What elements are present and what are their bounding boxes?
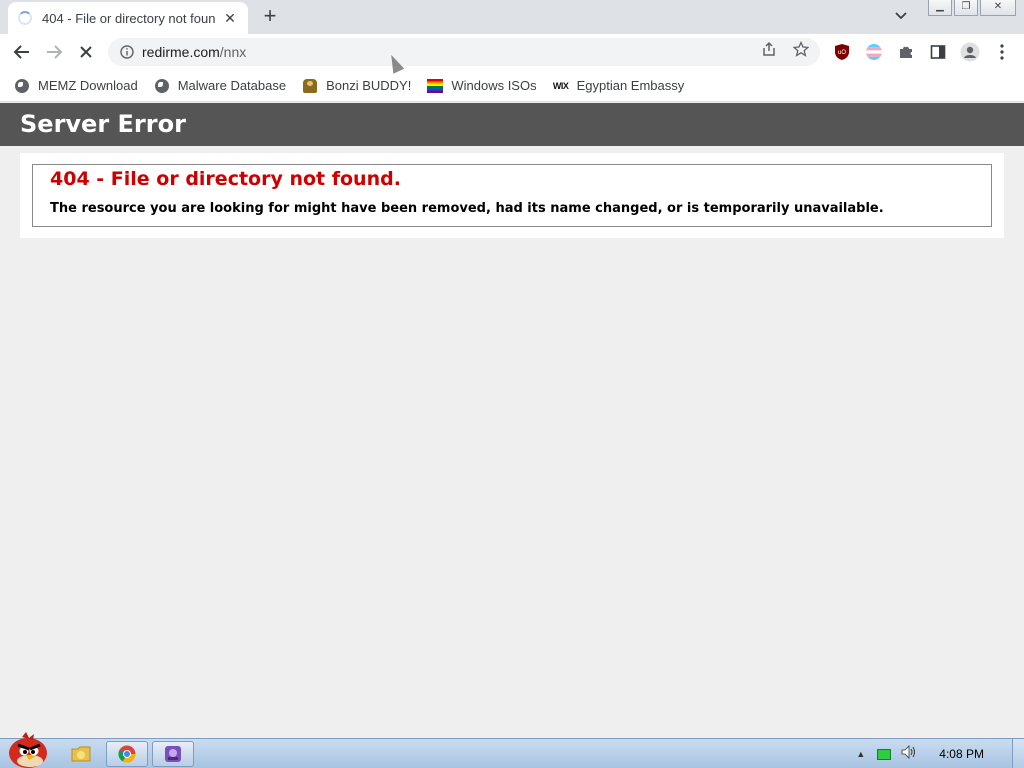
bookmark-malware-database[interactable]: Malware Database [154,78,286,94]
bonzi-icon [302,78,318,94]
volume-icon[interactable] [901,744,917,764]
error-title: 404 - File or directory not found. [50,168,401,190]
extensions-puzzle-icon[interactable] [896,42,916,62]
side-panel-icon[interactable] [928,42,948,62]
angry-bird-icon [9,732,47,768]
bookmark-windows-isos[interactable]: Windows ISOs [427,78,537,94]
tab-title: 404 - File or directory not found. [42,10,216,26]
new-tab-button[interactable]: + [258,5,282,28]
show-desktop-button[interactable] [1012,739,1024,768]
profile-avatar-icon[interactable] [960,42,980,62]
restore-button[interactable]: ❐ [954,0,978,16]
forward-button[interactable] [42,40,66,64]
taskbar-explorer[interactable] [60,741,102,767]
minimize-button[interactable]: ▁ [928,0,952,16]
bookmark-label: Malware Database [177,78,287,93]
page-header: Server Error [0,103,1024,146]
show-hidden-icons-arrow-icon[interactable]: ▲ [856,749,865,759]
stop-x-icon [80,46,92,58]
folder-icon [71,746,91,762]
stop-button[interactable] [74,40,98,64]
start-button[interactable] [2,731,50,768]
wix-icon: WIX [552,80,569,91]
ublock-origin-icon[interactable]: uO [832,42,852,62]
tab-strip: 404 - File or directory not found. ✕ + ▁… [0,0,1024,34]
address-bar[interactable]: redirme.com/nnx [108,38,820,66]
bookmark-label: MEMZ Download [38,78,138,93]
browser-toolbar: redirme.com/nnx uO [0,34,1024,70]
back-arrow-icon [13,45,29,59]
bookmark-label: Bonzi BUDDY! [326,78,412,93]
bookmarks-bar: MEMZ Download Malware Database Bonzi BUD… [0,70,1024,102]
trans-flag-extension-icon[interactable] [864,42,884,62]
bookmark-memz-download[interactable]: MEMZ Download [14,78,138,94]
purple-app-icon [165,746,181,762]
url-text: redirme.com/nnx [142,44,246,60]
loading-spinner-icon [18,11,32,25]
back-button[interactable] [10,40,34,64]
error-content: 404 - File or directory not found. The r… [20,153,1004,238]
taskbar-clock[interactable]: 4:08 PM [939,747,984,761]
bookmark-star-icon[interactable] [792,40,810,58]
url-host: redirme.com [142,44,220,60]
bookmark-label: Egyptian Embassy [576,78,685,93]
bookmark-egyptian-embassy[interactable]: WIX Egyptian Embassy [552,78,685,94]
forward-arrow-icon [47,45,63,59]
taskbar: ▲ 4:08 PM [0,732,1024,768]
globe-icon [14,78,30,94]
globe-icon [154,78,170,94]
menu-kebab-icon[interactable] [992,42,1012,62]
tab-close-icon[interactable]: ✕ [222,10,238,27]
browser-tab[interactable]: 404 - File or directory not found. ✕ [8,2,248,34]
network-icon[interactable] [877,748,892,760]
rainbow-flag-icon [427,78,444,94]
share-icon[interactable] [760,40,778,58]
bookmark-label: Windows ISOs [451,78,537,93]
chrome-icon [118,745,136,763]
bookmark-bonzi-buddy[interactable]: Bonzi BUDDY! [302,78,411,94]
window-close-button[interactable]: ✕ [980,0,1016,16]
svg-text:uO: uO [838,50,846,56]
error-message: The resource you are looking for might h… [50,201,884,216]
web-page: Server Error 404 - File or directory not… [0,103,1024,736]
taskbar-app[interactable] [152,741,194,767]
taskbar-chrome[interactable] [106,741,148,767]
error-box: 404 - File or directory not found. The r… [32,164,992,227]
system-tray: ▲ 4:08 PM [856,739,1012,768]
tab-search-chevron-icon[interactable] [894,8,914,26]
window-controls: ▁ ❐ ✕ [928,0,1016,16]
site-info-icon[interactable] [118,43,136,61]
url-path: /nnx [219,44,247,60]
